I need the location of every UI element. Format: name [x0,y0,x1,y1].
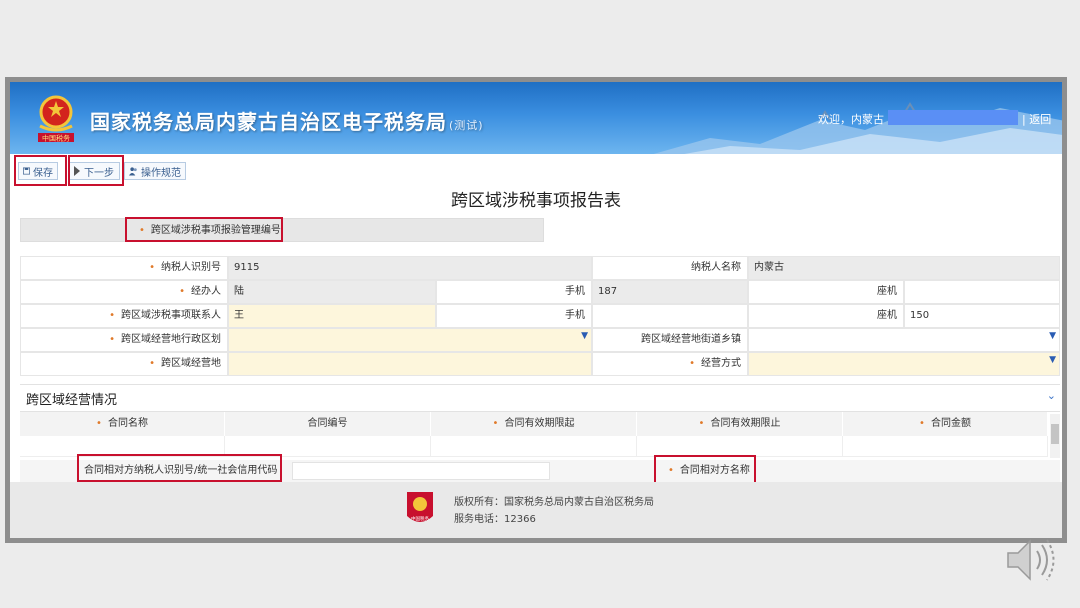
contact-landline-label: 座机 [748,304,904,328]
handler-mobile-label: 手机 [436,280,592,304]
tax-emblem-icon: 中国税务 [38,95,74,143]
section-header[interactable]: 跨区域经营情况 ⌄ [20,384,1060,412]
page-footer: 中国税务 版权所有：国家税务总局内蒙古自治区税务局 服务电话：12366 [10,482,1062,538]
welcome-text: 欢迎，内蒙古 [818,113,884,126]
taxpayer-name-value: 内蒙古 [748,256,1060,280]
region-label: • 跨区域经营地行政区划 [20,328,228,352]
scrollbar-thumb[interactable] [1051,424,1059,444]
users-icon [129,167,137,176]
operation-guide-button[interactable]: 操作规范 [124,162,186,180]
section-title: 跨区域经营情况 [26,393,118,408]
contact-label: • 跨区域涉税事项联系人 [20,304,228,328]
header-banner: 中国税务 国家税务总局内蒙古自治区电子税务局 (测试) 欢迎，内蒙古 | 返回 [10,82,1062,154]
row-place: • 跨区域经营地 • 经营方式 ▼ [20,352,1060,376]
svg-text:中国税务: 中国税务 [42,134,70,143]
contract-number-cell[interactable] [225,436,431,456]
contact-landline-input[interactable]: 150 [904,304,1060,328]
tax-badge-icon: 中国税务 [407,492,433,522]
counterparty-name-label: • 合同相对方名称 [668,465,750,476]
contract-amount-cell[interactable] [843,436,1048,456]
contact-mobile-input[interactable] [592,304,748,328]
region-select[interactable]: ▼ [228,328,592,352]
report-number-label: • 跨区域涉税事项报验管理编号 [139,225,281,236]
row-contact: • 跨区域涉税事项联系人 王 手机 座机 150 [20,304,1060,328]
dropdown-caret-icon: ▼ [581,331,588,341]
speaker-icon[interactable] [1004,535,1060,585]
dropdown-caret-icon: ▼ [1049,355,1056,365]
handler-value: 陆 [228,280,436,304]
contract-end-cell[interactable] [637,436,843,456]
toolbar: 保存 下一步 操作规范 [10,156,410,184]
row-taxpayer: • 纳税人识别号 9115 纳税人名称 内蒙古 [20,256,1060,280]
contact-input[interactable]: 王 [228,304,436,328]
taxpayer-name-label: 纳税人名称 [592,256,748,280]
taxpayer-id-label: • 纳税人识别号 [20,256,228,280]
mode-select[interactable]: ▼ [748,352,1060,376]
column-header: • 合同有效期限起 [431,412,637,436]
great-wall-graphic [653,102,1062,154]
column-header: • 合同名称 [20,412,225,436]
taxpayer-id-value: 9115 [228,256,592,280]
counterparty-id-label: 合同相对方纳税人识别号/统一社会信用代码 [84,465,278,476]
contact-mobile-label: 手机 [436,304,592,328]
return-link[interactable]: | 返回 [1022,111,1051,127]
street-label: 跨区域经营地街道乡镇 [592,328,748,352]
table-row [20,436,1048,457]
floppy-disk-icon [23,167,30,175]
street-select[interactable]: ▼ [748,328,1060,352]
contract-start-cell[interactable] [431,436,637,456]
handler-landline-input[interactable] [904,280,1060,304]
next-step-button[interactable]: 下一步 [68,162,120,180]
handler-mobile-value: 187 [592,280,748,304]
row-region: • 跨区域经营地行政区划 ▼ 跨区域经营地街道乡镇 ▼ [20,328,1060,352]
table-scrollbar[interactable] [1050,414,1060,458]
tax-bureau-page: 中国税务 国家税务总局内蒙古自治区电子税务局 (测试) 欢迎，内蒙古 | 返回 保… [10,82,1062,538]
handler-landline-label: 座机 [748,280,904,304]
hotline-text: 服务电话：12366 [454,514,536,525]
save-button[interactable]: 保存 [18,162,58,180]
chevron-down-icon[interactable]: ⌄ [1047,389,1056,402]
footer-text: 版权所有：国家税务总局内蒙古自治区税务局 服务电话：12366 [454,494,654,528]
play-arrow-icon [74,166,80,176]
counterparty-id-input[interactable] [292,462,550,480]
column-header: • 合同有效期限止 [637,412,843,436]
row-handler: • 经办人 陆 手机 187 座机 [20,280,1060,304]
counterparty-row: 合同相对方纳税人识别号/统一社会信用代码 • 合同相对方名称 [20,460,1060,482]
dropdown-caret-icon: ▼ [1049,331,1056,341]
mode-label: • 经营方式 [592,352,748,376]
report-number-field[interactable]: • 跨区域涉税事项报验管理编号 [20,218,544,242]
copyright-text: 版权所有：国家税务总局内蒙古自治区税务局 [454,497,654,508]
site-title: 国家税务总局内蒙古自治区电子税务局 (测试) [90,110,484,134]
redacted-user-name [888,110,1018,125]
column-header: 合同编号 [225,412,431,436]
place-input[interactable] [228,352,592,376]
column-header: • 合同金额 [843,412,1048,436]
handler-label: • 经办人 [20,280,228,304]
svg-text:中国税务: 中国税务 [411,515,429,522]
place-label: • 跨区域经营地 [20,352,228,376]
site-subtitle: (测试) [449,119,484,132]
contract-name-cell[interactable] [20,436,225,456]
contract-table-header: • 合同名称 合同编号 • 合同有效期限起 • 合同有效期限止 • 合同金额 [20,412,1048,436]
form-title: 跨区域涉税事项报告表 [451,191,621,211]
